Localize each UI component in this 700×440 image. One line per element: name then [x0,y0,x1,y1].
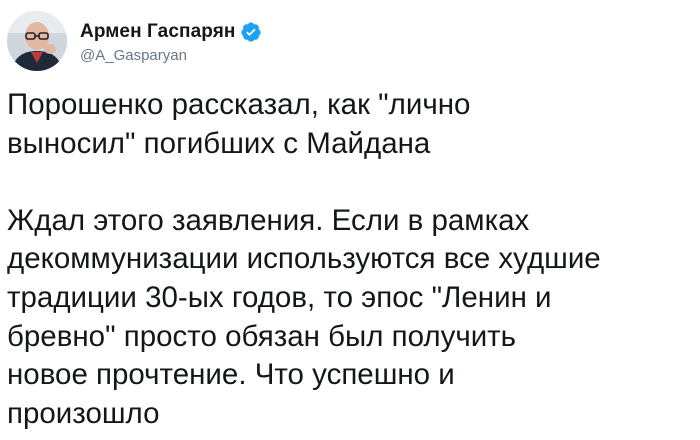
verified-badge-icon [240,21,262,43]
author-display-name[interactable]: Армен Гаспарян [80,21,235,43]
person-avatar-icon [7,11,67,71]
tweet-card: Армен Гаспарян @A_Gasparyan Порошенко ра… [0,0,700,440]
tweet-header: Армен Гаспарян @A_Gasparyan [7,8,262,74]
author-meta: Армен Гаспарян @A_Gasparyan [80,19,262,64]
avatar[interactable] [7,11,67,71]
tweet-text: Порошенко рассказал, как "лично выносил"… [7,88,601,430]
author-name-row: Армен Гаспарян [80,19,262,45]
author-handle[interactable]: @A_Gasparyan [80,47,262,64]
